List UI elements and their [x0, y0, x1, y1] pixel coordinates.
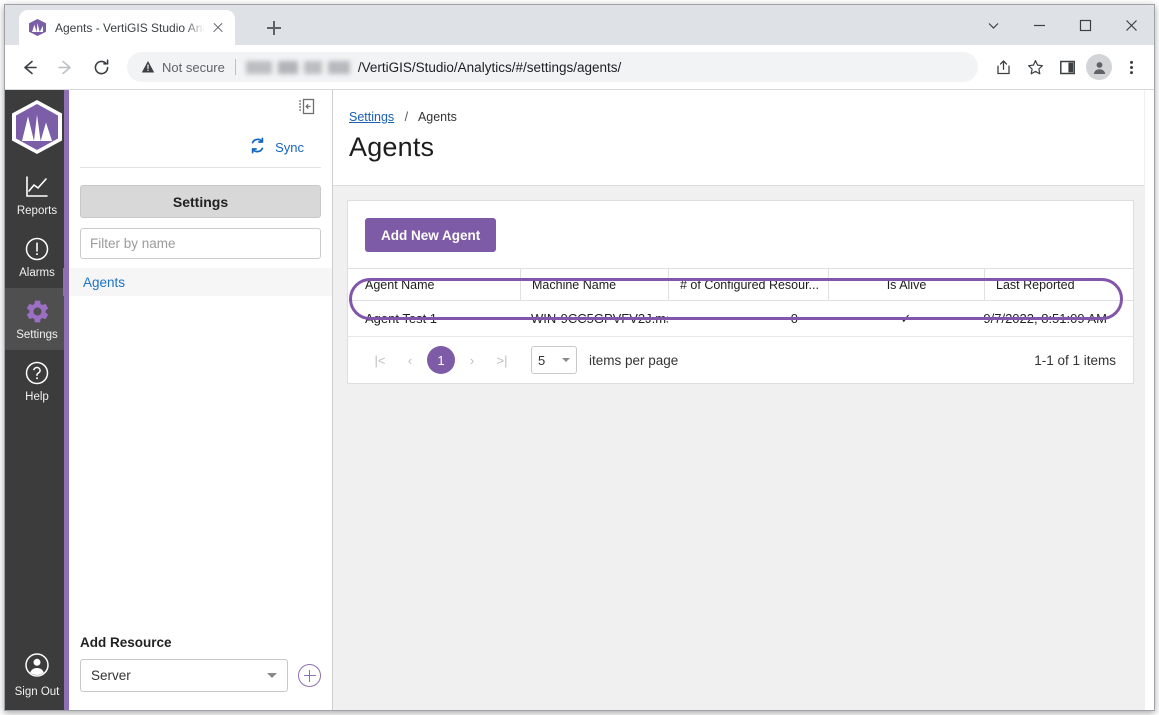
chevron-down-icon [562, 358, 570, 362]
profile-avatar-icon[interactable] [1084, 52, 1114, 82]
maximize-button[interactable] [1062, 5, 1108, 45]
omnibox-divider [235, 59, 236, 75]
exclamation-circle-icon [23, 235, 51, 263]
plus-circle-icon[interactable] [298, 664, 321, 687]
settings-section-button[interactable]: Settings [80, 185, 321, 218]
sign-out-label: Sign Out [15, 686, 60, 698]
sync-row[interactable]: Sync [80, 128, 321, 168]
sign-out-button[interactable]: Sign Out [5, 651, 69, 698]
column-header-machine-name[interactable]: Machine Name [520, 269, 668, 300]
rail-item-label: Reports [17, 205, 57, 217]
sync-label[interactable]: Sync [275, 140, 304, 155]
gear-icon [23, 297, 51, 325]
user-circle-icon [23, 651, 51, 682]
rail-item-label: Alarms [19, 267, 55, 279]
add-resource-label: Add Resource [80, 635, 321, 650]
page-size-value: 5 [538, 353, 545, 368]
page-scrollbar[interactable] [1144, 90, 1154, 710]
chevron-down-icon [267, 673, 277, 678]
breadcrumb-settings-link[interactable]: Settings [349, 110, 394, 124]
rail-item-label: Help [25, 391, 49, 403]
cell-is-alive: ✓ [828, 301, 984, 336]
column-header-last-reported[interactable]: Last Reported [984, 269, 1133, 300]
browser-toolbar: Not secure /VertiGIS/Studio/Analytics/#/… [5, 45, 1154, 89]
filter-by-name-input[interactable]: Filter by name [80, 228, 321, 259]
main-content: Settings / Agents Agents Add New Agent A… [333, 90, 1154, 710]
page-title: Agents [333, 124, 1154, 163]
share-icon[interactable] [988, 52, 1018, 82]
settings-side-panel: Sync Settings Filter by name Agents Add … [69, 90, 333, 710]
rail-item-label: Settings [16, 329, 58, 341]
url-path-text: /VertiGIS/Studio/Analytics/#/settings/ag… [358, 60, 621, 75]
close-window-button[interactable] [1108, 5, 1154, 45]
content-area: Add New Agent Agent Name Machine Name # … [333, 185, 1154, 710]
pager-page-1-button[interactable]: 1 [427, 346, 455, 374]
pager-next-button[interactable]: › [457, 345, 487, 375]
panel-list-item-label: Agents [83, 275, 125, 290]
rail-item-help[interactable]: Help [5, 350, 69, 412]
table-row[interactable]: Agent Test 1 WIN-9CC5GPVFV2J.msh... 0 ✓ … [348, 301, 1133, 337]
column-header-configured-resources[interactable]: # of Configured Resour... [668, 269, 828, 300]
cell-machine-name: WIN-9CC5GPVFV2J.msh... [520, 301, 668, 336]
column-header-is-alive[interactable]: Is Alive [828, 269, 984, 300]
kebab-menu-icon[interactable] [1116, 52, 1146, 82]
page-size-select[interactable]: 5 [531, 346, 577, 374]
agents-table: Agent Name Machine Name # of Configured … [348, 268, 1133, 337]
panel-top-bar [69, 90, 332, 128]
collapse-panel-icon[interactable] [298, 98, 315, 115]
panel-list-item-agents[interactable]: Agents [63, 268, 332, 296]
sync-icon [249, 137, 266, 159]
resource-type-select[interactable]: Server [80, 659, 288, 692]
breadcrumb-current: Agents [418, 110, 457, 124]
bookmark-star-icon[interactable] [1020, 52, 1050, 82]
tab-title: Agents - VertiGIS Studio Analytics [55, 21, 205, 35]
new-tab-button[interactable] [260, 14, 288, 42]
cell-agent-name: Agent Test 1 [348, 301, 520, 336]
vertigis-hex-icon [29, 19, 46, 36]
page-viewport: Reports Alarms Settings Help [5, 89, 1154, 710]
toolbar-icon-group [986, 52, 1146, 82]
app-nav-rail: Reports Alarms Settings Help [5, 90, 69, 710]
pager-prev-button[interactable]: ‹ [395, 345, 425, 375]
tab-search-chevron-down-icon[interactable] [970, 5, 1016, 45]
table-header-row: Agent Name Machine Name # of Configured … [348, 268, 1133, 301]
tab-strip: Agents - VertiGIS Studio Analytics [5, 5, 1154, 45]
cell-last-reported: 9/7/2022, 8:51:09 AM [984, 301, 1133, 336]
vertigis-analytics-logo-icon [12, 100, 62, 154]
window-controls [970, 5, 1154, 45]
pager-first-button[interactable]: |< [365, 345, 395, 375]
close-tab-icon[interactable] [209, 19, 227, 37]
rail-item-settings[interactable]: Settings [5, 288, 69, 350]
forward-arrow-icon[interactable] [49, 51, 81, 83]
address-bar[interactable]: Not secure /VertiGIS/Studio/Analytics/#/… [127, 52, 978, 82]
items-range-label: 1-1 of 1 items [1034, 353, 1116, 368]
redacted-host-url [246, 61, 358, 74]
agents-card: Add New Agent Agent Name Machine Name # … [347, 200, 1134, 384]
side-panel-icon[interactable] [1052, 52, 1082, 82]
breadcrumb: Settings / Agents [333, 90, 1154, 124]
rail-item-alarms[interactable]: Alarms [5, 226, 69, 288]
not-secure-warning-icon [141, 60, 155, 74]
breadcrumb-separator: / [405, 110, 408, 124]
rail-item-reports[interactable]: Reports [5, 164, 69, 226]
pager-last-button[interactable]: >| [487, 345, 517, 375]
chart-line-icon [23, 173, 51, 201]
add-resource-section: Add Resource Server [69, 635, 332, 710]
browser-window: Agents - VertiGIS Studio Analytics [4, 4, 1155, 711]
table-pager: |< ‹ 1 › >| 5 items per page 1-1 of 1 it… [348, 337, 1133, 383]
add-new-agent-button[interactable]: Add New Agent [365, 218, 496, 252]
resource-type-value: Server [91, 668, 131, 683]
reload-icon[interactable] [85, 51, 117, 83]
app-logo[interactable] [5, 90, 69, 164]
add-resource-row: Server [80, 659, 321, 692]
question-circle-icon [23, 359, 51, 387]
security-status-label: Not secure [162, 60, 225, 75]
column-header-agent-name[interactable]: Agent Name [348, 269, 520, 300]
back-arrow-icon[interactable] [13, 51, 45, 83]
panel-resource-list: Agents [69, 268, 332, 296]
cell-configured-resources: 0 [668, 301, 828, 336]
browser-tab[interactable]: Agents - VertiGIS Studio Analytics [19, 10, 235, 45]
minimize-button[interactable] [1016, 5, 1062, 45]
items-per-page-label: items per page [589, 353, 678, 368]
